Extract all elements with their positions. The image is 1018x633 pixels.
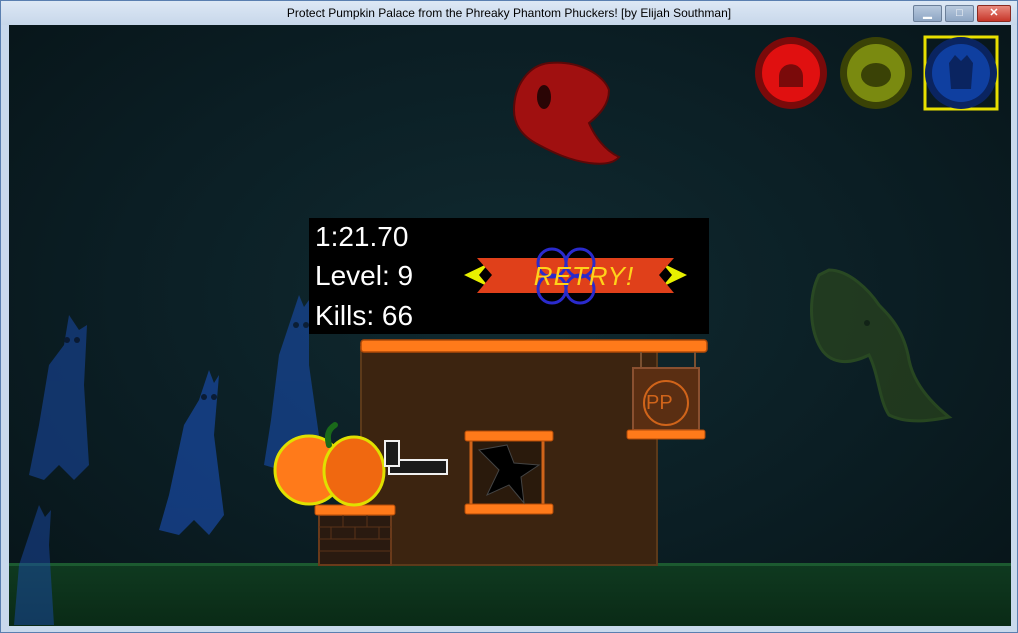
blue-ghost-left-1[interactable]	[29, 315, 89, 480]
house-roof	[360, 339, 708, 353]
title-bar[interactable]: Protect Pumpkin Palace from the Phreaky …	[1, 1, 1017, 25]
game-canvas[interactable]: 1:21.70 Level: 9 Kills: 66 RETRY! PP	[9, 25, 1011, 626]
weapon-red-ghost-icon[interactable]	[755, 37, 827, 109]
blue-ghost-left-2[interactable]	[159, 370, 224, 535]
close-button[interactable]: ✕	[977, 5, 1011, 22]
weapon-green-ghost-icon[interactable]	[840, 37, 912, 109]
weapon-blue-ghost-icon[interactable]	[923, 35, 999, 111]
maximize-button[interactable]: □	[945, 5, 974, 22]
brick-pillar	[318, 514, 392, 566]
timer-display: 1:21.70	[315, 221, 409, 252]
sign-label: PP	[646, 392, 673, 414]
red-ghost[interactable]	[512, 61, 621, 165]
level-display: Level: 9	[315, 260, 414, 291]
window-title: Protect Pumpkin Palace from the Phreaky …	[286, 6, 732, 20]
blue-ghost-left-4[interactable]	[14, 505, 54, 625]
minimize-button[interactable]: ▁	[913, 5, 942, 22]
green-ghost[interactable]	[810, 268, 953, 423]
retry-button[interactable]: RETRY!	[489, 261, 679, 292]
kills-display: Kills: 66	[315, 300, 414, 331]
game-window: Protect Pumpkin Palace from the Phreaky …	[0, 0, 1018, 633]
